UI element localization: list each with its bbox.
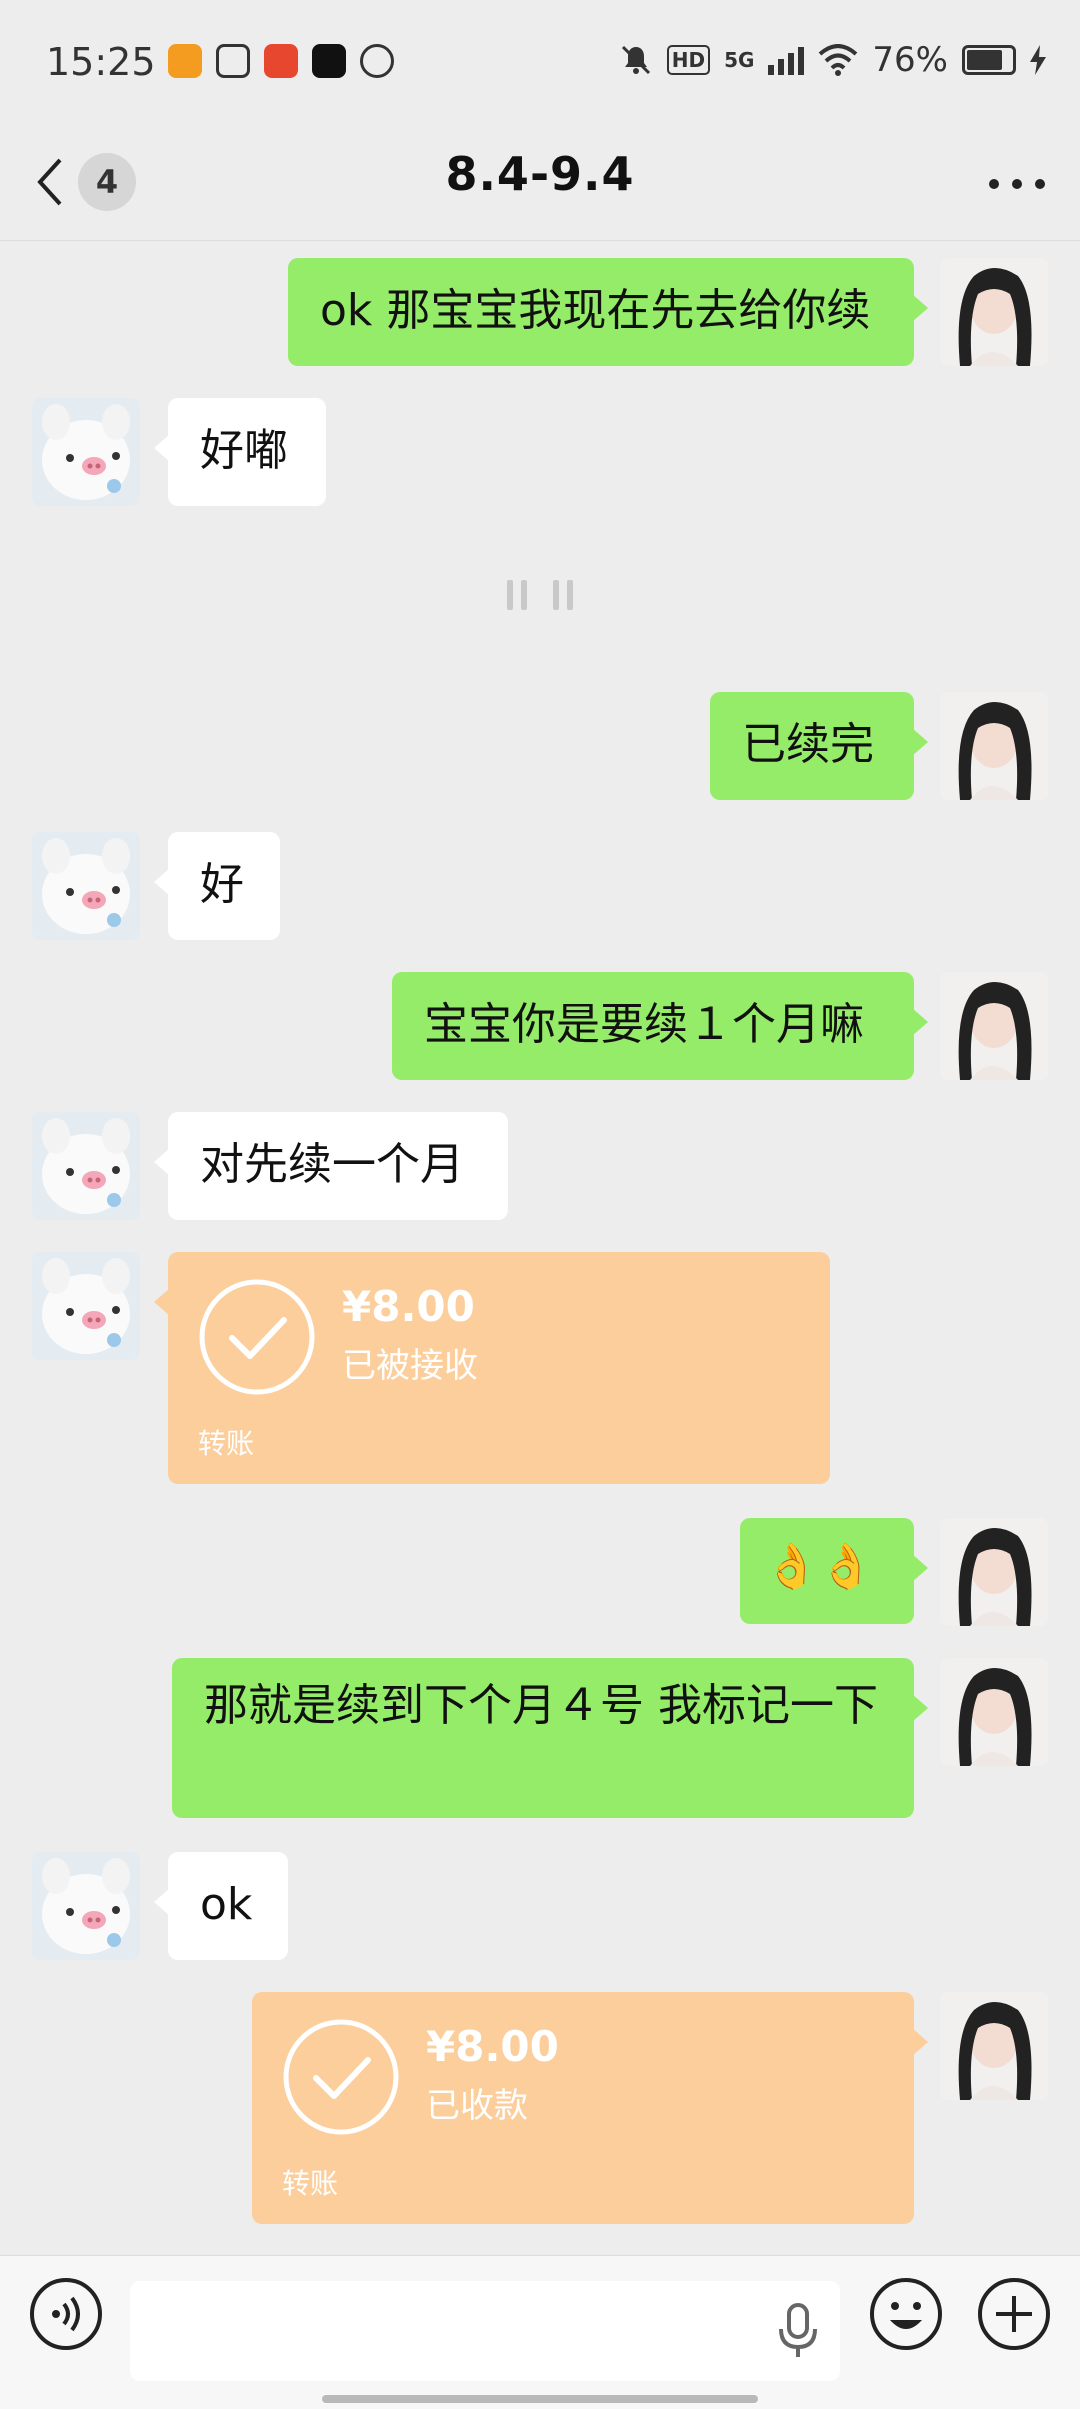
transfer-label: 转账: [282, 2167, 339, 2200]
message-text: 那就是续到下个月４号 我标记一下: [204, 1680, 878, 1731]
camera-app-icon: [312, 44, 346, 78]
message-text: 宝宝你是要续１个月嘛: [424, 999, 864, 1050]
signal-icon: [768, 47, 805, 75]
input-bar: [0, 2255, 1080, 2409]
time-divider: [0, 580, 1080, 620]
message-text: ok 那宝宝我现在先去给你续: [320, 285, 871, 336]
message-bubble[interactable]: 对先续一个月: [154, 1112, 508, 1220]
chat-title: 8.4-9.4: [445, 147, 635, 201]
message-bubble[interactable]: ok 那宝宝我现在先去给你续: [288, 258, 928, 366]
chat-header: 4 8.4-9.4: [0, 125, 1080, 241]
transfer-label: 转账: [198, 1427, 255, 1460]
message-bubble[interactable]: 宝宝你是要续１个月嘛: [392, 972, 928, 1080]
contact-avatar[interactable]: [32, 1112, 140, 1220]
transfer-status: 已被接收: [342, 1346, 478, 1386]
my-avatar[interactable]: [940, 1518, 1048, 1626]
ok-hand-emoji-icon: 👌👌: [764, 1541, 874, 1592]
message-text: ok: [200, 1879, 253, 1930]
my-avatar[interactable]: [940, 1992, 1048, 2100]
mic-icon[interactable]: [776, 2303, 820, 2359]
home-indicator: [322, 2395, 758, 2403]
battery-icon: [962, 45, 1016, 75]
battery-percent: 76%: [872, 40, 948, 80]
emoji-icon[interactable]: [868, 2276, 944, 2352]
play-app-icon: [216, 44, 250, 78]
message-text: 对先续一个月: [200, 1139, 464, 1190]
message-text: 已续完: [742, 719, 874, 770]
transfer-amount: ¥8.00: [342, 1282, 475, 1331]
message-bubble[interactable]: 已续完: [710, 692, 928, 800]
contact-avatar[interactable]: [32, 398, 140, 506]
hd-badge: HD: [666, 45, 711, 75]
transfer-card[interactable]: ¥8.00 已收款 转账: [252, 1992, 928, 2224]
my-avatar[interactable]: [940, 972, 1048, 1080]
red-app-icon: [264, 44, 298, 78]
wifi-icon: [819, 44, 858, 76]
link-app-icon: [360, 44, 394, 78]
status-indicators: HD 5G 76%: [619, 40, 1046, 80]
message-bubble[interactable]: ok: [154, 1852, 288, 1960]
message-bubble[interactable]: 👌👌: [740, 1518, 928, 1624]
contact-avatar[interactable]: [32, 832, 140, 940]
mute-bell-icon: [621, 45, 650, 75]
status-app-icons: [168, 44, 394, 78]
charging-icon: [1030, 45, 1046, 75]
contact-avatar[interactable]: [32, 1252, 140, 1360]
my-avatar[interactable]: [940, 1658, 1048, 1766]
contact-avatar[interactable]: [32, 1852, 140, 1960]
voice-icon[interactable]: [28, 2276, 104, 2352]
message-input[interactable]: [130, 2281, 840, 2381]
my-avatar[interactable]: [940, 692, 1048, 800]
my-avatar[interactable]: [940, 258, 1048, 366]
message-bubble[interactable]: 好嘟: [154, 398, 326, 506]
check-circle-icon: [283, 2019, 399, 2135]
transfer-amount: ¥8.00: [426, 2022, 559, 2071]
message-bubble[interactable]: 好: [154, 832, 280, 940]
status-time: 15:25: [46, 40, 156, 84]
plus-icon[interactable]: [976, 2276, 1052, 2352]
message-bubble[interactable]: 那就是续到下个月４号 我标记一下: [172, 1658, 928, 1818]
check-circle-icon: [199, 1279, 315, 1395]
status-bar: 15:25 HD 5G 76%: [0, 0, 1080, 125]
message-text: 好嘟: [200, 425, 288, 476]
network-label: 5G: [724, 48, 755, 72]
message-text: 好: [200, 859, 244, 910]
notification-app-icon: [168, 44, 202, 78]
more-dots-icon[interactable]: [982, 159, 1052, 209]
transfer-status: 已收款: [426, 2086, 528, 2126]
transfer-card[interactable]: ¥8.00 已被接收 转账: [154, 1252, 830, 1484]
